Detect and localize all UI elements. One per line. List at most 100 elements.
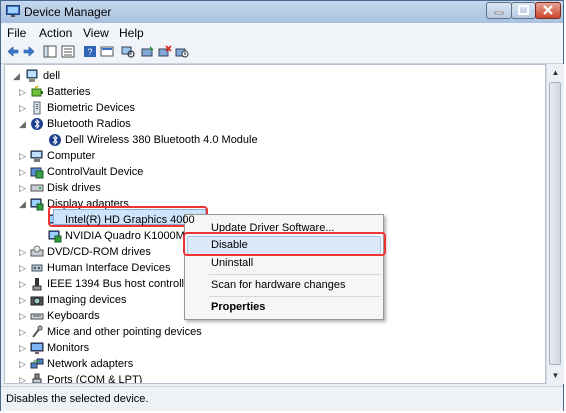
tree-device[interactable]: Dell Wireless 380 Bluetooth 4.0 Module: [5, 132, 545, 148]
bluetooth-icon: [49, 134, 61, 146]
tree-category[interactable]: ▷ Disk drives: [5, 180, 545, 196]
title-bar[interactable]: Device Manager: [1, 1, 563, 23]
expand-arrow-icon[interactable]: ▷: [19, 103, 27, 113]
tree-row-label: Monitors: [47, 342, 90, 354]
tree-category[interactable]: ▷ ControlVault Device: [5, 164, 545, 180]
expand-arrow-icon[interactable]: ▷: [19, 295, 27, 305]
properties-icon[interactable]: [100, 45, 114, 58]
tree-row-label: Keyboards: [47, 310, 100, 322]
expand-arrow-icon[interactable]: ▷: [19, 375, 27, 383]
toolbar: ?: [1, 41, 563, 64]
tree-category[interactable]: ▷ Mice and other pointing devices: [5, 324, 545, 340]
tree-category[interactable]: ▷ Ports (COM & LPT): [5, 372, 545, 384]
tree-root[interactable]: ◢ dell: [5, 68, 545, 84]
bluetooth-icon: [31, 118, 43, 130]
expand-arrow-icon[interactable]: ▷: [19, 359, 27, 369]
menu-help[interactable]: Help: [119, 26, 144, 40]
context-separator: [209, 296, 381, 297]
svg-text:?: ?: [87, 47, 92, 57]
context-separator: [209, 274, 381, 275]
tree-row-label: Dell Wireless 380 Bluetooth 4.0 Module: [65, 134, 258, 146]
computer-icon: [26, 69, 38, 82]
tree-row-label: Batteries: [47, 86, 91, 98]
scroll-up-button[interactable]: ▲: [547, 64, 564, 81]
expand-arrow-icon[interactable]: ▷: [19, 183, 27, 193]
window-title: Device Manager: [24, 5, 112, 19]
context-uninstall[interactable]: Uninstall: [211, 257, 253, 269]
close-button[interactable]: [535, 2, 561, 19]
tree-category[interactable]: ▷ Computer: [5, 148, 545, 164]
maximize-icon: [518, 5, 529, 15]
tree-row-label: Ports (COM & LPT): [47, 374, 143, 384]
close-icon: [543, 5, 553, 15]
expand-arrow-icon[interactable]: ▷: [19, 343, 27, 353]
tree-row-label: NVIDIA Quadro K1000M: [65, 230, 185, 242]
view-list-icon[interactable]: [61, 45, 75, 58]
collapse-arrow-icon[interactable]: ◢: [13, 71, 21, 81]
collapse-arrow-icon[interactable]: ◢: [19, 199, 27, 209]
uninstall-device-icon[interactable]: [158, 45, 172, 58]
tree-row-label: Bluetooth Radios: [47, 118, 131, 130]
forward-arrow-icon[interactable]: [22, 45, 36, 58]
display-adapter-icon: [48, 230, 62, 243]
menu-view[interactable]: View: [83, 26, 109, 40]
context-menu: Update Driver Software... Disable Uninst…: [184, 214, 384, 320]
camera-icon: [30, 296, 44, 306]
menu-file[interactable]: File: [7, 26, 26, 40]
tree-row-label: Mice and other pointing devices: [47, 326, 202, 338]
computer-icon: [30, 150, 43, 162]
help-icon[interactable]: ?: [83, 45, 97, 58]
tree-category[interactable]: ▷ Network adapters: [5, 356, 545, 372]
expand-arrow-icon[interactable]: ▷: [19, 263, 27, 273]
tree-row-label: DVD/CD-ROM drives: [47, 246, 151, 258]
menu-action[interactable]: Action: [39, 26, 72, 40]
device-manager-icon: [6, 5, 20, 17]
mouse-icon: [32, 325, 43, 338]
scroll-down-button[interactable]: ▼: [547, 367, 564, 384]
device-manager-window: Device Manager File Action View Help ? ◢: [0, 0, 564, 411]
tree-category[interactable]: ▷ Biometric Devices: [5, 100, 545, 116]
status-bar: Disables the selected device.: [1, 386, 563, 411]
scroll-thumb[interactable]: [549, 82, 561, 365]
collapse-arrow-icon[interactable]: ◢: [19, 119, 27, 129]
minimize-icon: [494, 11, 504, 15]
expand-arrow-icon[interactable]: ▷: [19, 327, 27, 337]
monitor-icon: [30, 342, 44, 354]
scan-hardware-icon[interactable]: [121, 45, 135, 58]
expand-arrow-icon[interactable]: ▷: [19, 279, 27, 289]
tree-row-label: Computer: [47, 150, 96, 162]
display-adapter-icon: [30, 198, 44, 211]
tree-row-label: IEEE 1394 Bus host controllers: [47, 278, 200, 290]
tree-row-label: ControlVault Device: [47, 166, 144, 178]
disable-device-icon[interactable]: [175, 45, 189, 58]
expand-arrow-icon[interactable]: ▷: [19, 311, 27, 321]
tree-row-label: Human Interface Devices: [47, 262, 171, 274]
tree-row-label: Biometric Devices: [47, 102, 136, 114]
controlvault-icon: [30, 167, 44, 179]
expand-arrow-icon[interactable]: ▷: [19, 87, 27, 97]
back-arrow-icon[interactable]: [6, 45, 20, 58]
tree-row-label: Disk drives: [47, 182, 101, 194]
tree-row-label: Network adapters: [47, 358, 134, 370]
ieee1394-icon: [32, 278, 42, 291]
tree-category[interactable]: ▷ Monitors: [5, 340, 545, 356]
expand-arrow-icon[interactable]: ▷: [19, 167, 27, 177]
update-driver-icon[interactable]: [141, 45, 155, 58]
context-scan-hardware[interactable]: Scan for hardware changes: [211, 279, 346, 291]
show-hide-console-tree-icon[interactable]: [43, 45, 57, 58]
biometric-icon: [33, 101, 41, 115]
maximize-button[interactable]: [511, 2, 536, 19]
tree-category[interactable]: ◢ Bluetooth Radios: [5, 116, 545, 132]
battery-icon: [31, 85, 43, 97]
menu-bar: File Action View Help: [1, 23, 563, 41]
expand-arrow-icon[interactable]: ▷: [19, 247, 27, 257]
vertical-scrollbar[interactable]: ▲ ▼: [546, 64, 564, 384]
tree-category[interactable]: ▷ Batteries: [5, 84, 545, 100]
minimize-button[interactable]: [486, 2, 512, 19]
keyboard-icon: [30, 313, 44, 320]
tree-row-label: Intel(R) HD Graphics 4000: [65, 214, 195, 226]
status-text: Disables the selected device.: [6, 393, 149, 405]
context-properties[interactable]: Properties: [211, 301, 265, 313]
expand-arrow-icon[interactable]: ▷: [19, 151, 27, 161]
hid-icon: [31, 264, 43, 272]
